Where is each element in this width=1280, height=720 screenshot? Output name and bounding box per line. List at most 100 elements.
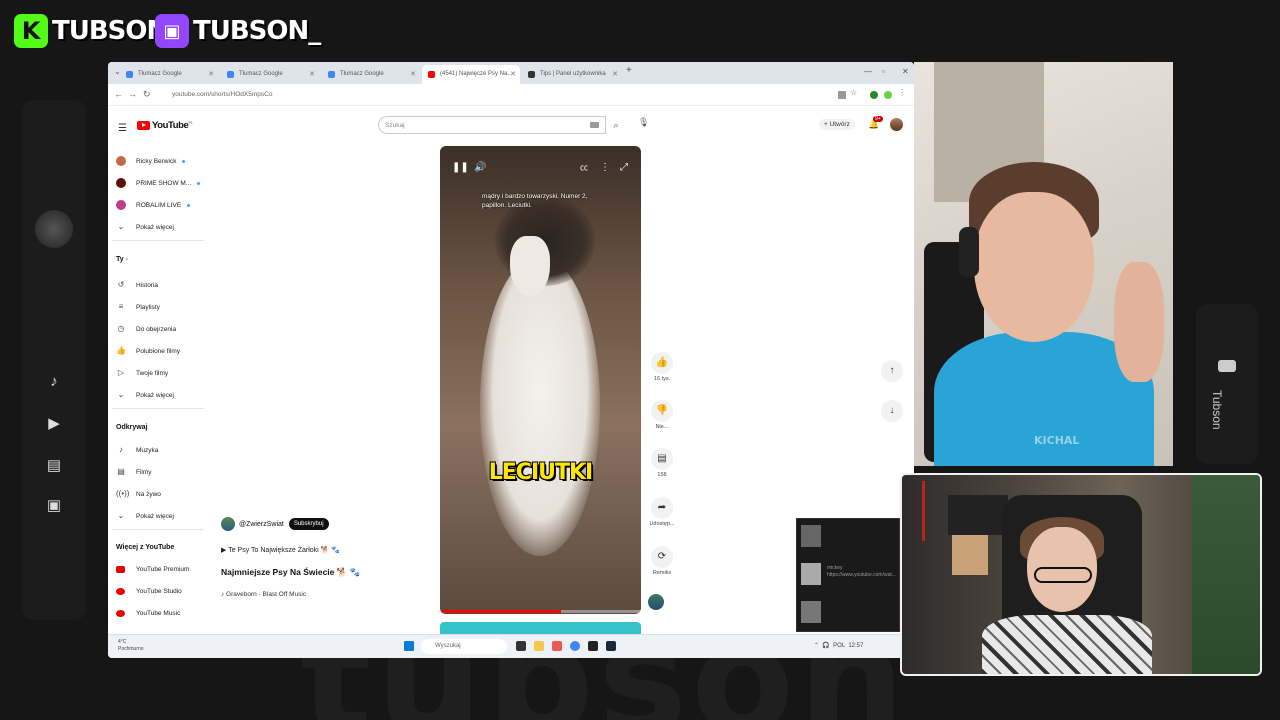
sidebar-item-watch-later[interactable]: ◷ Do obejrzenia (116, 323, 177, 335)
sidebar-item-studio[interactable]: YouTube Studio (116, 585, 182, 597)
close-tab-icon[interactable]: ✕ (208, 65, 214, 84)
video-title[interactable]: Najmniejsze Psy Na Świecie 🐕 🐾 (221, 567, 360, 578)
sidebar-item-subscription-1[interactable]: Ricky Berwick (116, 155, 186, 167)
forward-icon[interactable]: → (128, 89, 137, 99)
next-short-arrow-icon[interactable]: ↓ (881, 400, 903, 422)
app-icon[interactable] (552, 641, 562, 651)
tab-1[interactable]: Tłumacz Google ✕ (120, 65, 218, 84)
music-note-icon: ♪ (50, 373, 58, 390)
channel-avatar (116, 178, 126, 188)
live-dot (197, 181, 201, 185)
sidebar-item-history[interactable]: ↺ Historia (116, 279, 158, 291)
sidebar-show-more-3[interactable]: ⌄ Pokaż więcej (116, 510, 174, 522)
extension-icon[interactable] (870, 91, 878, 99)
bell-icon[interactable]: 🔔 9+ (868, 116, 883, 130)
share-button[interactable]: ➦ Udostęp... (648, 497, 676, 527)
youtube-logo[interactable]: YouTube PL (137, 120, 193, 131)
new-tab-icon[interactable]: + (626, 65, 632, 76)
progress-bar[interactable] (440, 610, 641, 613)
short-video-player[interactable]: ❚❚ 🔊 ㏄ ⋮ ⤢ mądry i bardzo towarzyski. Nu… (440, 146, 641, 614)
close-window-icon[interactable]: ✕ (902, 67, 909, 76)
dislike-button[interactable]: 👎 Nie... (648, 400, 676, 430)
tab-3[interactable]: Tłumacz Google ✕ (322, 65, 420, 84)
sidebar-item-music[interactable]: ♪ Muzyka (116, 444, 158, 456)
tab-4-active[interactable]: (4541) Najwięcze Psy Na... ✕ (422, 65, 520, 84)
google-translate-icon (227, 71, 234, 78)
comments-button[interactable]: ▤ 158 (648, 448, 676, 478)
music-link[interactable]: ♪ Graveborn · Blast Off Music (221, 591, 306, 598)
star-icon[interactable]: ☆ (850, 88, 858, 97)
sidebar-item-label: PRIME SHOW M... (136, 179, 192, 187)
close-tab-icon[interactable]: ✕ (410, 65, 416, 84)
chrome-icon[interactable] (570, 641, 580, 651)
subscribe-button[interactable]: Subskrybuj (288, 518, 329, 530)
close-tab-icon[interactable]: ✕ (309, 65, 315, 84)
notification-count: 9+ (873, 116, 883, 122)
play-icon: ▶ (48, 415, 60, 432)
sidebar-item-subscription-2[interactable]: PRIME SHOW M... (116, 177, 201, 189)
sidebar-item-subscription-3[interactable]: ROBALIM LIVE (116, 199, 191, 211)
search-icon[interactable]: ⌕ (606, 116, 626, 134)
like-button[interactable]: 👍 16 tys. (648, 352, 676, 382)
captions-icon[interactable]: ㏄ (580, 162, 588, 173)
sidebar-item-live[interactable]: ((•)) Na żywo (116, 488, 161, 500)
create-label: Utwórz (829, 121, 850, 128)
obs-icon[interactable] (588, 641, 598, 651)
fullscreen-icon[interactable]: ⤢ (620, 162, 628, 173)
sidebar-item-your-videos[interactable]: ▷ Twoje filmy (116, 367, 168, 379)
steam-icon[interactable] (606, 641, 616, 651)
remix-button[interactable]: ⟳ Remiks (648, 546, 676, 576)
sidebar-item-label: YouTube Music (136, 609, 181, 617)
sidebar-item-films[interactable]: ▤ Filmy (116, 466, 151, 478)
youtube-studio-icon (116, 587, 125, 595)
sidebar-show-more-1[interactable]: ⌄ Pokaż więcej (116, 221, 174, 233)
music-icon: ♪ (119, 445, 123, 454)
sidebar-item-liked[interactable]: 👍 Polubione filmy (116, 345, 180, 357)
chat-message (801, 599, 897, 629)
close-tab-icon[interactable]: ✕ (612, 65, 618, 84)
back-icon[interactable]: ← (114, 89, 123, 99)
tab-5[interactable]: Tips | Panel użytkownika ✕ (522, 65, 622, 84)
sound-avatar[interactable] (648, 594, 664, 610)
close-tab-icon[interactable]: ✕ (510, 65, 516, 84)
previous-short-arrow-icon[interactable]: ↑ (881, 360, 903, 382)
channel-avatar[interactable] (221, 517, 235, 531)
minimize-icon[interactable]: — (864, 67, 872, 76)
keyboard-icon[interactable] (590, 122, 599, 128)
task-view-icon[interactable] (516, 641, 526, 651)
create-button[interactable]: + Utwórz (819, 119, 855, 130)
google-translate-icon (328, 71, 335, 78)
sidebar-item-music-app[interactable]: YouTube Music (116, 607, 180, 619)
tab-2[interactable]: Tłumacz Google ✕ (221, 65, 319, 84)
playlist-link[interactable]: ▶ Te Psy To Największe Żarłoki 🐕 🐾 (221, 546, 340, 554)
youtube-premium-icon (116, 565, 125, 573)
windows-start-icon[interactable] (404, 641, 414, 651)
file-explorer-icon[interactable] (534, 641, 544, 651)
mic-icon[interactable]: 🎙 (638, 117, 649, 128)
maximize-icon[interactable]: ▫ (882, 67, 885, 76)
profile-icon[interactable] (884, 91, 892, 99)
url-field[interactable]: youtube.com/shorts/HOdX5mpsCo (160, 88, 830, 102)
divider (112, 240, 204, 241)
sidebar-item-playlists[interactable]: ≡ Playlisty (116, 301, 160, 313)
chat-message-text: https://www.youtube.com/wat... (827, 572, 896, 578)
hamburger-menu-icon[interactable]: ☰ (118, 123, 127, 134)
search-input[interactable]: Szukaj (378, 116, 606, 134)
more-options-icon[interactable]: ⋮ (600, 162, 610, 173)
video-overlay-title: LECIUTKI (488, 460, 593, 485)
avatar[interactable] (890, 118, 903, 131)
sidebar-item-premium[interactable]: YouTube Premium (116, 563, 189, 575)
reload-icon[interactable]: ↻ (143, 89, 151, 100)
sidebar-show-more-2[interactable]: ⌄ Pokaż więcej (116, 389, 174, 401)
sidebar-section-you[interactable]: Ty › (116, 256, 128, 263)
pause-icon[interactable]: ❚❚ (452, 162, 469, 173)
system-tray[interactable]: ⌃ 🎧 POL 12:57 (814, 642, 863, 649)
volume-icon[interactable]: 🔊 (474, 162, 486, 173)
next-short-preview[interactable] (440, 622, 641, 634)
taskbar-search[interactable]: Wyszukaj (421, 639, 507, 654)
weather-widget[interactable]: 4°C Pochmurno (118, 639, 144, 653)
region-code: PL (188, 120, 194, 125)
install-icon[interactable] (838, 91, 846, 99)
more-icon[interactable]: ⋮ (898, 88, 906, 97)
channel-name[interactable]: @ZwierzSwiat (239, 521, 284, 528)
